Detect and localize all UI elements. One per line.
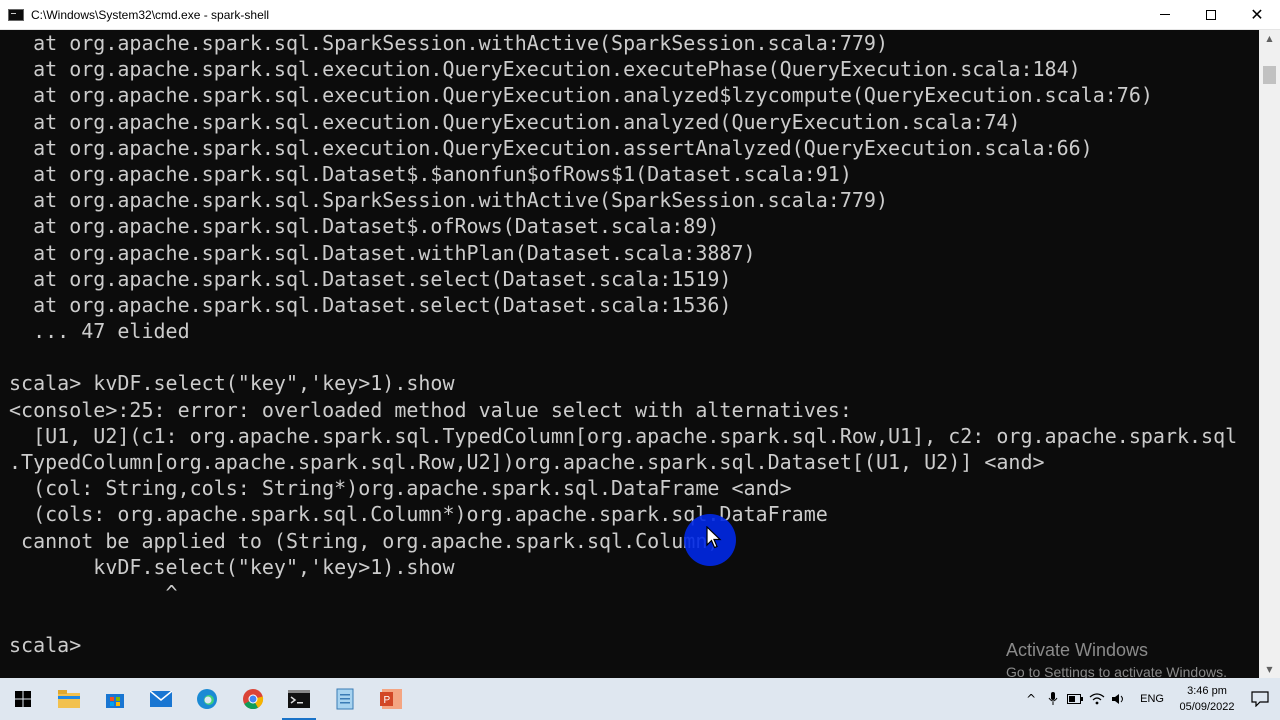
taskbar: P ^ ENG 3:46 pm 05/09/2022 <box>0 678 1280 720</box>
activate-windows-watermark: Activate Windows Go to Settings to activ… <box>1006 638 1227 678</box>
console-line: at org.apache.spark.sql.execution.QueryE… <box>9 83 1153 108</box>
close-button[interactable]: ✕ <box>1234 0 1280 30</box>
microphone-icon[interactable] <box>1042 678 1064 720</box>
watermark-title: Activate Windows <box>1006 640 1149 660</box>
console-line: .TypedColumn[org.apache.spark.sql.Row,U2… <box>9 450 1045 474</box>
maximize-button[interactable] <box>1188 0 1234 30</box>
console-line: at org.apache.spark.sql.SparkSession.wit… <box>9 188 888 213</box>
console-line: (cols: org.apache.spark.sql.Column*)org.… <box>9 502 828 527</box>
console-line: at org.apache.spark.sql.execution.QueryE… <box>9 57 1081 82</box>
windows-start-icon[interactable] <box>0 678 46 720</box>
file-explorer-icon[interactable] <box>46 678 92 720</box>
minimize-button[interactable] <box>1142 0 1188 30</box>
window-title: C:\Windows\System32\cmd.exe - spark-shel… <box>31 7 270 22</box>
cmd-app-icon <box>8 8 24 21</box>
console-line: at org.apache.spark.sql.execution.QueryE… <box>9 109 1021 134</box>
watermark-subtitle: Go to Settings to activate Windows. <box>1006 664 1227 678</box>
network-icon[interactable] <box>1086 678 1108 720</box>
minimize-icon <box>1160 14 1170 15</box>
powerpoint-icon[interactable]: P <box>368 678 414 720</box>
clock-time: 3:46 pm <box>1187 685 1227 697</box>
console-line: at org.apache.spark.sql.execution.QueryE… <box>9 135 1093 160</box>
window-titlebar[interactable]: C:\Windows\System32\cmd.exe - spark-shel… <box>0 0 1280 30</box>
console-line: <console>:25: error: overloaded method v… <box>9 397 852 422</box>
notepad-icon[interactable] <box>322 678 368 720</box>
console-lines: at org.apache.spark.sql.SparkSession.wit… <box>9 30 1237 659</box>
notification-icon[interactable] <box>1240 678 1280 720</box>
console-line: at org.apache.spark.sql.Dataset.withPlan… <box>9 240 756 265</box>
edge-icon[interactable] <box>184 678 230 720</box>
console-line: cannot be applied to (String, org.apache… <box>9 528 720 553</box>
console-line: (col: String,cols: String*)org.apache.sp… <box>9 476 792 501</box>
console-line: at org.apache.spark.sql.Dataset$.ofRows(… <box>9 214 720 239</box>
vertical-scrollbar[interactable]: ▲ ▼ <box>1259 30 1280 678</box>
maximize-icon <box>1206 9 1216 20</box>
console-line: scala> kvDF.select("key",'key>1).show <box>9 371 455 396</box>
mouse-pointer-icon <box>706 526 722 549</box>
console-line: at org.apache.spark.sql.Dataset.select(D… <box>9 266 732 291</box>
clock-date: 05/09/2022 <box>1179 701 1235 713</box>
svg-text:P: P <box>384 695 391 706</box>
console-line: ... 47 elided <box>9 319 190 344</box>
mail-icon[interactable] <box>138 678 184 720</box>
console-output[interactable]: at org.apache.spark.sql.SparkSession.wit… <box>0 30 1259 678</box>
scroll-up-icon[interactable]: ▲ <box>1259 30 1280 47</box>
console-line: ^ <box>9 580 178 605</box>
console-line: at org.apache.spark.sql.Dataset.select(D… <box>9 292 732 317</box>
scroll-down-icon[interactable]: ▼ <box>1259 661 1280 678</box>
language-indicator[interactable]: ENG <box>1130 693 1174 705</box>
console-line: at org.apache.spark.sql.Dataset$.$anonfu… <box>9 161 852 186</box>
console-line: at org.apache.spark.sql.SparkSession.wit… <box>9 31 888 55</box>
scroll-thumb[interactable] <box>1263 66 1276 84</box>
clock[interactable]: 3:46 pm 05/09/2022 <box>1174 683 1240 715</box>
console-line: [U1, U2](c1: org.apache.spark.sql.TypedC… <box>9 423 1238 448</box>
battery-icon[interactable] <box>1064 678 1086 720</box>
volume-icon[interactable] <box>1108 678 1130 720</box>
system-tray: ^ ENG 3:46 pm 05/09/2022 <box>1020 678 1280 720</box>
chevron-up-icon[interactable]: ^ <box>1020 678 1042 720</box>
microsoft-store-icon[interactable] <box>92 678 138 720</box>
chrome-icon[interactable] <box>230 678 276 720</box>
cmd-icon[interactable] <box>276 678 322 720</box>
console-line: kvDF.select("key",'key>1).show <box>9 554 455 579</box>
